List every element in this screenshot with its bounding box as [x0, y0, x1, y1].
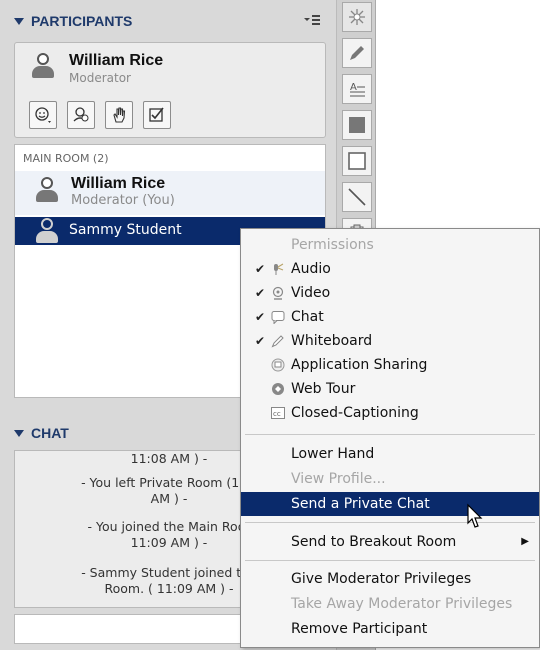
rectangle-icon: [348, 152, 366, 170]
app-share-icon: [271, 358, 285, 372]
menu-item-whiteboard[interactable]: ✔ Whiteboard: [241, 329, 539, 353]
menu-item-label: Whiteboard: [291, 333, 373, 349]
menu-item-take-away-moderator-privileges: Take Away Moderator Privileges: [291, 596, 513, 612]
menu-item-lower-hand[interactable]: Lower Hand: [241, 442, 539, 466]
line-icon: [348, 188, 366, 206]
participant-status: Moderator (You): [71, 193, 175, 208]
smiley-icon: [35, 107, 51, 123]
menu-separator: [245, 434, 535, 435]
menu-permissions-header: Permissions: [291, 237, 374, 253]
chat-title: CHAT: [31, 425, 69, 441]
menu-item-view-profile: View Profile...: [291, 471, 386, 487]
text-tool-icon: A: [350, 82, 365, 97]
pencil-tool[interactable]: [342, 38, 372, 68]
svg-text:A: A: [350, 82, 357, 93]
cc-icon: cc: [271, 406, 285, 420]
laser-pointer-icon: [349, 9, 365, 25]
menu-item-application-sharing[interactable]: Application Sharing: [241, 353, 539, 377]
menu-item-label: Send to Breakout Room: [291, 534, 457, 550]
checkmark-icon: ✔: [255, 286, 266, 300]
laser-pointer-tool[interactable]: [342, 2, 372, 32]
webcam-icon: [271, 286, 285, 300]
globe-icon: [271, 382, 285, 396]
menu-item-audio[interactable]: ✔ Audio: [241, 257, 539, 281]
raise-hand-icon: [113, 107, 126, 123]
participants-title: PARTICIPANTS: [31, 13, 133, 29]
pencil-icon: [271, 334, 285, 348]
collapse-triangle-icon[interactable]: [14, 17, 24, 25]
rectangle-tool[interactable]: [342, 146, 372, 176]
away-icon: [73, 107, 89, 122]
mouse-cursor-icon: [467, 503, 483, 528]
participant-name: Sammy Student: [69, 222, 182, 238]
menu-item-label: Video: [291, 285, 331, 301]
menu-item-label: Web Tour: [291, 381, 356, 397]
menu-item-web-tour[interactable]: Web Tour: [241, 377, 539, 401]
checkmark-icon: ✔: [255, 334, 266, 348]
participant-row[interactable]: William Rice Moderator (You): [15, 171, 325, 215]
mood-status-button[interactable]: [29, 101, 57, 129]
filled-rectangle-tool[interactable]: [342, 110, 372, 140]
text-tool[interactable]: A: [342, 74, 372, 104]
menu-separator: [245, 522, 535, 523]
room-label: MAIN ROOM (2): [23, 152, 109, 165]
menu-item-send-to-breakout-room[interactable]: Send to Breakout Room ▶: [241, 530, 539, 554]
chat-bubble-icon: [271, 310, 285, 325]
svg-text:cc: cc: [273, 410, 281, 418]
user-icon: [31, 53, 55, 81]
checkmark-icon: ✔: [255, 262, 266, 276]
menu-item-label: Audio: [291, 261, 331, 277]
pencil-icon: [350, 46, 364, 60]
my-name: William Rice: [69, 52, 164, 69]
checkbox-icon: [149, 107, 164, 122]
menu-item-give-moderator-privileges[interactable]: Give Moderator Privileges: [241, 567, 539, 591]
line-tool[interactable]: [342, 182, 372, 212]
menu-item-label: Closed-Captioning: [291, 405, 419, 421]
menu-item-remove-participant[interactable]: Remove Participant: [241, 617, 539, 641]
menu-item-label: Chat: [291, 309, 324, 325]
user-icon: [35, 177, 59, 205]
participant-name: William Rice: [71, 175, 166, 192]
options-menu-icon[interactable]: [304, 14, 320, 29]
menu-item-chat[interactable]: ✔ Chat: [241, 305, 539, 329]
raise-hand-button[interactable]: [105, 101, 133, 129]
menu-item-send-private-chat[interactable]: Send a Private Chat: [241, 492, 539, 516]
my-role: Moderator: [69, 71, 131, 85]
microphone-icon: [271, 262, 285, 276]
user-icon: [35, 218, 59, 246]
my-status-card: William Rice Moderator: [14, 42, 326, 138]
away-status-button[interactable]: [67, 101, 95, 129]
participants-header[interactable]: PARTICIPANTS: [6, 6, 330, 36]
menu-item-label: Application Sharing: [291, 357, 428, 373]
submenu-arrow-icon: ▶: [521, 536, 529, 547]
agree-button[interactable]: [143, 101, 171, 129]
participant-context-menu: Permissions ✔ Audio ✔ Video ✔ Chat ✔ Whi…: [240, 228, 540, 648]
collapse-triangle-icon[interactable]: [14, 429, 24, 437]
menu-separator: [245, 560, 535, 561]
checkmark-icon: ✔: [255, 310, 266, 324]
menu-item-video[interactable]: ✔ Video: [241, 281, 539, 305]
filled-rectangle-icon: [349, 117, 365, 133]
menu-item-closed-captioning[interactable]: cc Closed-Captioning: [241, 401, 539, 425]
